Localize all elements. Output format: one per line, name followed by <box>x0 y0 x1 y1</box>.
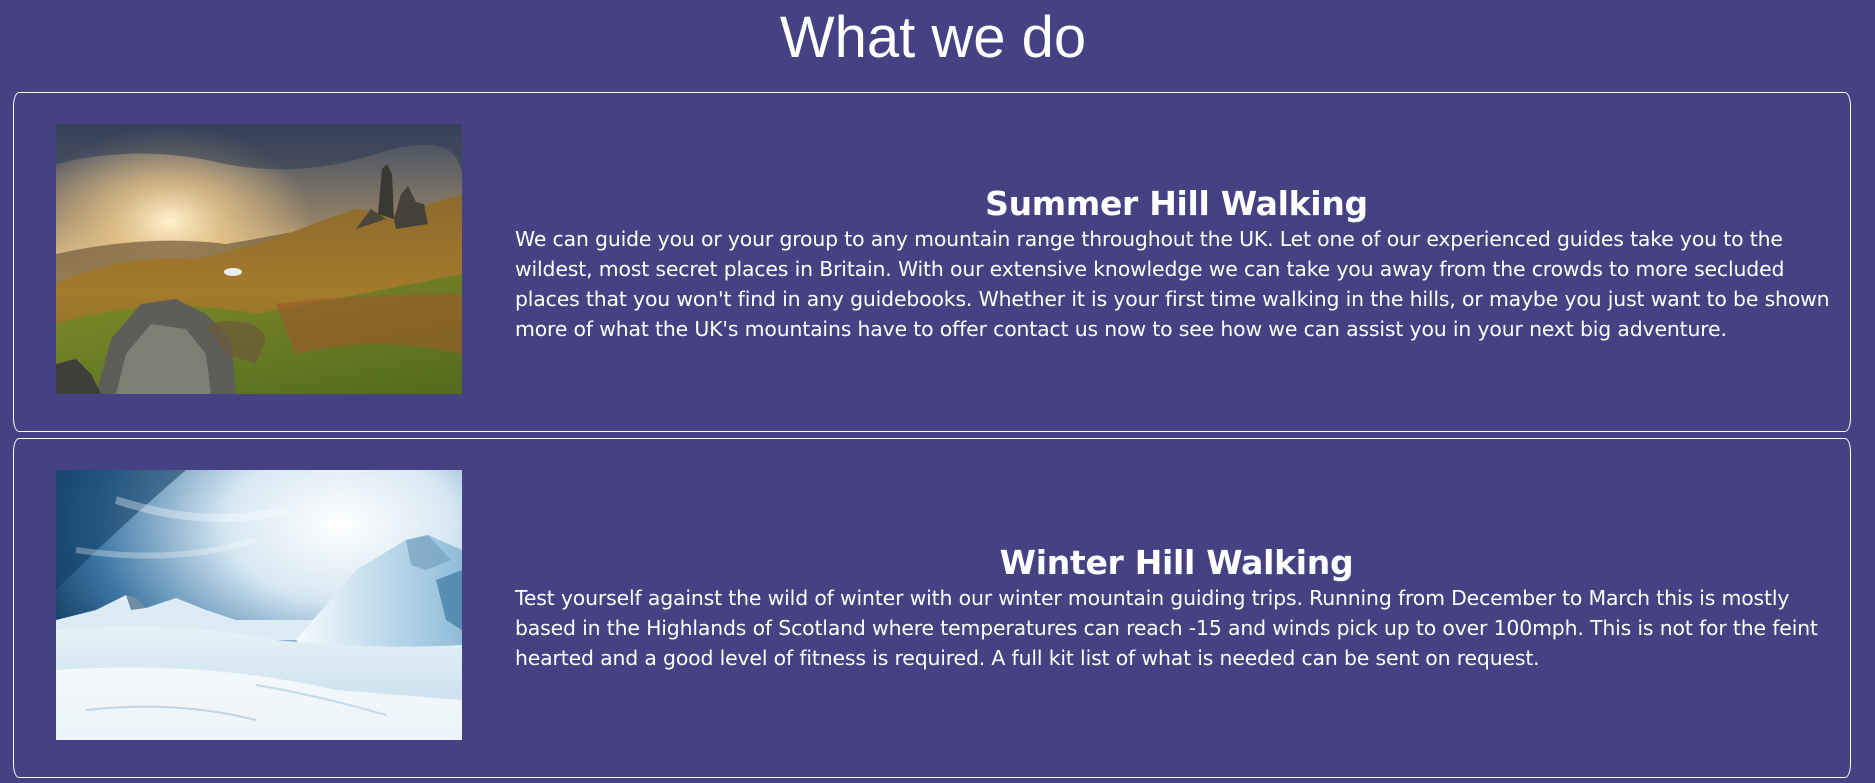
summer-mountain-photo <box>56 124 462 394</box>
service-description: We can guide you or your group to any mo… <box>515 227 1830 341</box>
service-text-summer: Summer Hill Walking We can guide you or … <box>515 184 1838 344</box>
winter-mountain-photo <box>56 470 462 740</box>
page-title: What we do <box>779 5 1087 70</box>
service-card-winter: Winter Hill Walking Test yourself agains… <box>13 438 1851 778</box>
service-heading: Winter Hill Walking <box>999 543 1354 582</box>
service-heading: Summer Hill Walking <box>985 184 1368 223</box>
service-text-winter: Winter Hill Walking Test yourself agains… <box>515 543 1838 673</box>
service-description: Test yourself against the wild of winter… <box>515 586 1818 670</box>
service-card-summer: Summer Hill Walking We can guide you or … <box>13 92 1851 432</box>
